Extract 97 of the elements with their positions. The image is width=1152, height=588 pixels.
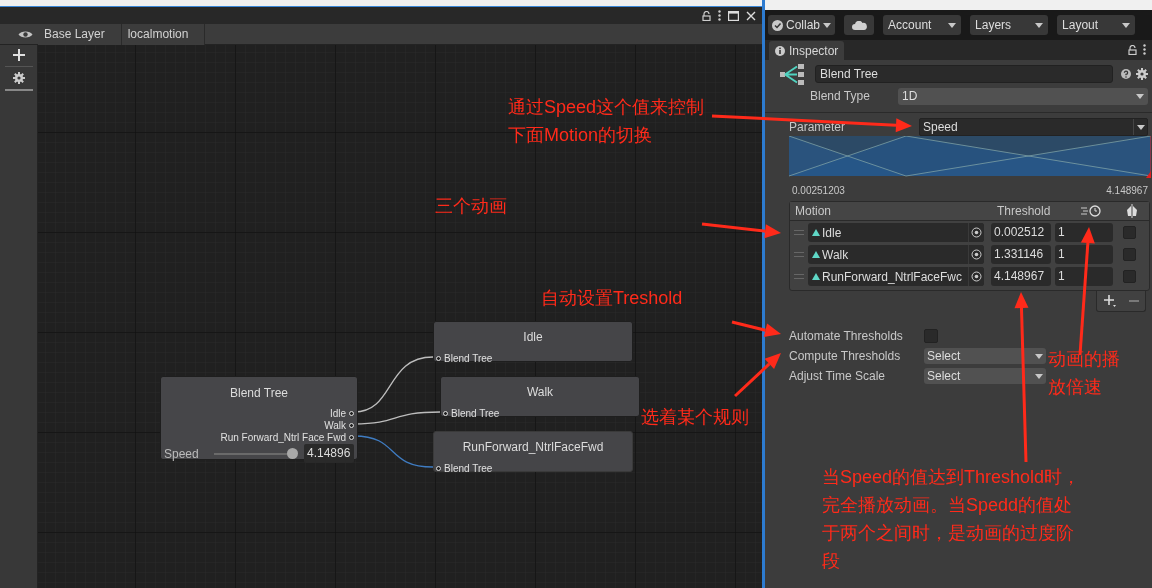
name-field[interactable]: Blend Tree [815,65,1113,83]
range-max-label: 4.148967 [1106,184,1148,197]
input-port[interactable] [436,356,441,361]
output-label: Walk [324,418,346,433]
time-scale-field[interactable]: 1 [1055,223,1113,242]
automate-checkbox[interactable] [924,329,938,343]
annotation-text: 自动设置Treshold [541,287,683,310]
object-picker-icon[interactable] [971,227,982,238]
caret-icon [1122,22,1131,28]
threshold-field[interactable]: 0.002512 [991,223,1051,242]
caret-icon [823,22,832,28]
parameter-label: Speed [164,445,200,463]
drag-handle-icon[interactable] [794,274,804,279]
motion-field[interactable]: Idle [808,223,984,242]
time-scale-icon [1081,205,1103,217]
slider-thumb[interactable] [286,447,298,459]
compute-label: Compute Thresholds [789,348,902,365]
cloud-icon [851,20,867,30]
caret-icon [1035,373,1043,379]
time-scale-field[interactable]: 1 [1055,267,1113,286]
time-scale-field[interactable]: 1 [1055,245,1113,264]
add-icon[interactable] [12,49,25,61]
caret-icon [1035,22,1044,28]
more-icon[interactable] [718,10,721,21]
lock-icon[interactable] [702,10,711,21]
breadcrumb[interactable]: Base Layer [38,23,122,45]
lock-icon[interactable] [1128,44,1137,55]
automate-label: Automate Thresholds [789,328,904,345]
input-port[interactable] [436,466,441,471]
inspector-tab[interactable]: Inspector [769,41,845,60]
threshold-header: Threshold [997,203,1052,220]
annotation-text: 选着某个规则 [641,406,749,429]
object-picker-icon[interactable] [971,271,982,282]
motion-header: Motion [795,203,833,220]
node-title: Walk [525,384,555,401]
caret-icon [1136,93,1144,99]
info-icon [775,45,785,56]
blend-tree-node[interactable]: Blend Tree Idle Walk Run Forward_Ntrl Face Fwd Speed 4.14896 [160,376,358,460]
range-min-label: 0.00251203 [792,184,845,197]
motion-field[interactable]: RunForward_NtrlFaceFwc [808,267,984,286]
object-picker-icon[interactable] [971,249,982,260]
node-title: RunForward_NtrlFaceFwd [461,439,605,456]
adjust-dropdown[interactable]: Select [924,368,1046,384]
drag-handle-icon[interactable] [794,230,804,235]
blend-type-dropdown[interactable]: 1D [898,87,1148,105]
settings-icon[interactable] [12,72,25,84]
parameter-dropdown[interactable]: Speed [919,118,1148,136]
annotation-text: 当Speed的值达到Threshold时，完全播放动画。当Spedd的值处于两个之间时，是动画的过度阶段 [822,466,1082,573]
motion-field[interactable]: Walk [808,245,984,264]
more-icon[interactable] [1143,44,1146,55]
eye-icon[interactable] [18,29,33,39]
adjust-label: Adjust Time Scale [789,368,887,385]
account-dropdown[interactable]: Account [883,15,962,35]
caret-icon [1136,124,1145,130]
layers-dropdown[interactable]: Layers [970,15,1049,35]
annotation-arrow [733,353,781,398]
annotation-arrow [731,320,781,337]
motion-clip-icon [812,229,820,236]
output-label: Run Forward_Ntrl Face Fwd [220,430,346,445]
blend-tree-icon [780,62,804,86]
threshold-field[interactable]: 1.331146 [991,245,1051,264]
mirror-checkbox[interactable] [1123,248,1136,261]
compute-dropdown[interactable]: Select [924,348,1046,364]
mirror-checkbox[interactable] [1123,270,1136,283]
collab-button[interactable]: Collab [768,15,836,35]
help-icon[interactable] [1121,69,1131,79]
cloud-button[interactable] [844,15,875,35]
annotation-text: 三个动画 [435,195,507,218]
node-title: Idle [522,329,544,346]
motion-node[interactable]: RunForward_NtrlFaceFwd Blend Tree [433,431,633,472]
motion-clip-icon [812,273,820,280]
motion-name: Walk [822,246,850,264]
layout-dropdown[interactable]: Layout [1057,15,1136,35]
close-icon[interactable] [746,10,756,21]
add-icon[interactable] [1103,295,1116,307]
motion-name: RunForward_NtrlFaceFwc [822,268,964,286]
motion-clip-icon [812,251,820,258]
maximize-icon[interactable] [728,10,739,21]
motion-node[interactable]: Walk Blend Tree [440,376,640,417]
check-icon [772,19,783,31]
threshold-field[interactable]: 4.148967 [991,267,1051,286]
node-title: Blend Tree [228,385,289,402]
annotation-text: 动画的播放倍速 [1048,348,1121,399]
caret-icon [1035,353,1043,359]
motion-name: Idle [822,224,843,242]
mirror-checkbox[interactable] [1123,226,1136,239]
blend-type-label: Blend Type [810,88,871,105]
caret-icon [948,22,957,28]
mirror-icon [1126,204,1138,218]
input-port[interactable] [443,411,448,416]
settings-icon[interactable] [1136,68,1148,80]
annotation-text: 通过Speed这个值来控制下面Motion的切换 [508,96,706,147]
output-label: Idle [329,406,346,421]
value-field[interactable]: 4.14896 [304,444,354,463]
motion-node[interactable]: Idle Blend Tree [433,321,633,362]
parameter-label: Parameter [789,119,847,136]
drag-handle-icon[interactable] [794,252,804,257]
